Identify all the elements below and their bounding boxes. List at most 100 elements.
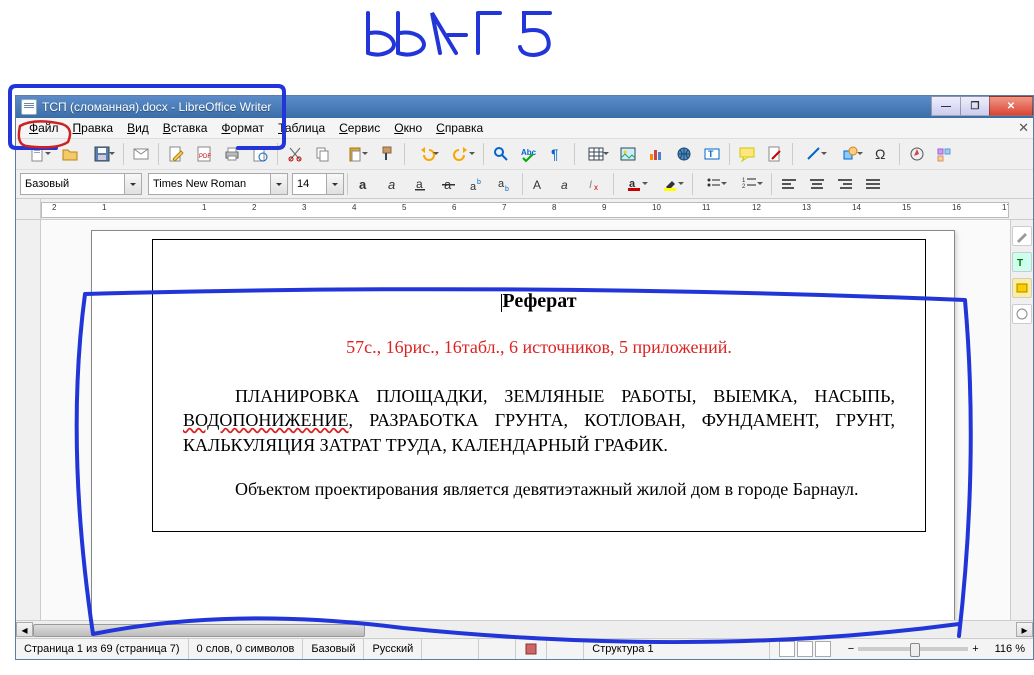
view-single-page-button[interactable] xyxy=(779,641,795,657)
chart-button[interactable] xyxy=(643,141,669,167)
vertical-ruler[interactable] xyxy=(16,220,41,620)
horizontal-scrollbar[interactable]: ◂ ▸ xyxy=(16,620,1033,638)
menu-view[interactable]: Вид xyxy=(120,119,156,137)
nonprinting-button[interactable]: ¶ xyxy=(544,141,570,167)
textbox-button[interactable]: T xyxy=(699,141,725,167)
scroll-right-button[interactable]: ▸ xyxy=(1016,622,1033,637)
menu-table[interactable]: Таблица xyxy=(271,119,332,137)
zoom-out-button[interactable]: − xyxy=(848,643,854,655)
subscript-button[interactable]: ab xyxy=(492,171,518,197)
svg-text:A: A xyxy=(533,178,541,192)
zoom-value[interactable]: 116 % xyxy=(987,639,1033,659)
sidebar-gallery-icon[interactable] xyxy=(1012,278,1032,298)
scroll-left-button[interactable]: ◂ xyxy=(16,622,33,637)
menu-edit[interactable]: Правка xyxy=(66,119,121,137)
status-signature[interactable] xyxy=(547,639,584,659)
underline-button[interactable]: a xyxy=(408,171,434,197)
title-bar[interactable]: ТСП (сломанная).docx - LibreOffice Write… xyxy=(16,96,1033,118)
page: Реферат 57с., 16рис., 16табл., 6 источни… xyxy=(91,230,955,620)
menu-insert[interactable]: Вставка xyxy=(156,119,215,137)
special-char-button[interactable]: Ω xyxy=(869,141,895,167)
status-words[interactable]: 0 слов, 0 символов xyxy=(189,639,304,659)
close-document-button[interactable]: ✕ xyxy=(1018,120,1029,136)
preview-button[interactable] xyxy=(247,141,273,167)
paragraph-style-combo[interactable]: Базовый xyxy=(20,173,142,195)
table-button[interactable] xyxy=(579,141,613,167)
mail-button[interactable] xyxy=(128,141,154,167)
new-button[interactable] xyxy=(21,141,55,167)
record-changes-button[interactable] xyxy=(762,141,788,167)
save-button[interactable] xyxy=(85,141,119,167)
align-right-button[interactable] xyxy=(832,171,858,197)
uppercase-button[interactable]: A xyxy=(527,171,553,197)
scroll-thumb[interactable] xyxy=(33,624,365,637)
bullet-list-button[interactable] xyxy=(697,171,731,197)
font-size-combo[interactable]: 14 xyxy=(292,173,344,195)
print-button[interactable] xyxy=(219,141,245,167)
status-page[interactable]: Страница 1 из 69 (страница 7) xyxy=(16,639,189,659)
document-viewport[interactable]: Реферат 57с., 16рис., 16табл., 6 источни… xyxy=(41,220,1033,620)
menu-help[interactable]: Справка xyxy=(429,119,490,137)
zoom-control[interactable]: − + xyxy=(840,639,987,659)
maximize-button[interactable]: ❐ xyxy=(960,96,990,116)
status-style[interactable]: Базовый xyxy=(303,639,364,659)
lowercase-button[interactable]: a xyxy=(555,171,581,197)
line-button[interactable] xyxy=(797,141,831,167)
status-modified-icon[interactable] xyxy=(516,639,547,659)
status-insert-mode[interactable] xyxy=(422,639,479,659)
spellcheck-button[interactable]: Abc xyxy=(516,141,542,167)
align-left-button[interactable] xyxy=(776,171,802,197)
view-multi-page-button[interactable] xyxy=(797,641,813,657)
redo-button[interactable] xyxy=(445,141,479,167)
pdf-button[interactable]: PDF xyxy=(191,141,217,167)
align-justify-button[interactable] xyxy=(860,171,886,197)
gallery-button[interactable] xyxy=(932,141,958,167)
open-button[interactable] xyxy=(57,141,83,167)
menu-window[interactable]: Окно xyxy=(387,119,429,137)
status-language[interactable]: Русский xyxy=(364,639,422,659)
format-paintbrush-button[interactable] xyxy=(374,141,400,167)
sidebar-properties-icon[interactable] xyxy=(1012,226,1032,246)
window-title: ТСП (сломанная).docx - LibreOffice Write… xyxy=(42,100,932,114)
status-outline[interactable]: Структура 1 xyxy=(584,639,769,659)
undo-button[interactable] xyxy=(409,141,443,167)
menu-format[interactable]: Формат xyxy=(214,119,271,137)
paste-button[interactable] xyxy=(338,141,372,167)
view-book-button[interactable] xyxy=(815,641,831,657)
minimize-button[interactable]: — xyxy=(931,96,961,116)
font-name-value: Times New Roman xyxy=(153,178,246,190)
sidebar-navigator-icon[interactable] xyxy=(1012,304,1032,324)
hyperlink-button[interactable] xyxy=(671,141,697,167)
page-content[interactable]: Реферат 57с., 16рис., 16табл., 6 источни… xyxy=(152,239,926,532)
close-button[interactable]: ✕ xyxy=(989,96,1033,116)
clear-formatting-button[interactable]: Ix xyxy=(583,171,609,197)
zoom-in-button[interactable]: + xyxy=(972,643,978,655)
strikethrough-button[interactable]: a xyxy=(436,171,462,197)
find-button[interactable] xyxy=(488,141,514,167)
bold-button[interactable]: a xyxy=(352,171,378,197)
align-center-button[interactable] xyxy=(804,171,830,197)
image-button[interactable] xyxy=(615,141,641,167)
svg-text:x: x xyxy=(594,183,598,192)
font-name-combo[interactable]: Times New Roman xyxy=(148,173,288,195)
handwriting-note xyxy=(350,0,610,75)
svg-text:T: T xyxy=(708,149,714,159)
svg-text:a: a xyxy=(388,177,395,192)
highlight-button[interactable] xyxy=(654,171,688,197)
status-selection-mode[interactable] xyxy=(479,639,516,659)
menu-file[interactable]: Файл xyxy=(22,119,66,137)
sidebar-styles-icon[interactable]: T xyxy=(1012,252,1032,272)
shapes-button[interactable] xyxy=(833,141,867,167)
italic-button[interactable]: a xyxy=(380,171,406,197)
zoom-slider[interactable] xyxy=(858,647,968,651)
navigator-button[interactable] xyxy=(904,141,930,167)
comment-button[interactable] xyxy=(734,141,760,167)
number-list-button[interactable]: 12 xyxy=(733,171,767,197)
cut-button[interactable] xyxy=(282,141,308,167)
superscript-button[interactable]: ab xyxy=(464,171,490,197)
copy-button[interactable] xyxy=(310,141,336,167)
horizontal-ruler[interactable]: 211234567891011121314151617 xyxy=(41,202,1009,218)
edit-mode-button[interactable] xyxy=(163,141,189,167)
menu-tools[interactable]: Сервис xyxy=(332,119,387,137)
font-color-button[interactable]: a xyxy=(618,171,652,197)
